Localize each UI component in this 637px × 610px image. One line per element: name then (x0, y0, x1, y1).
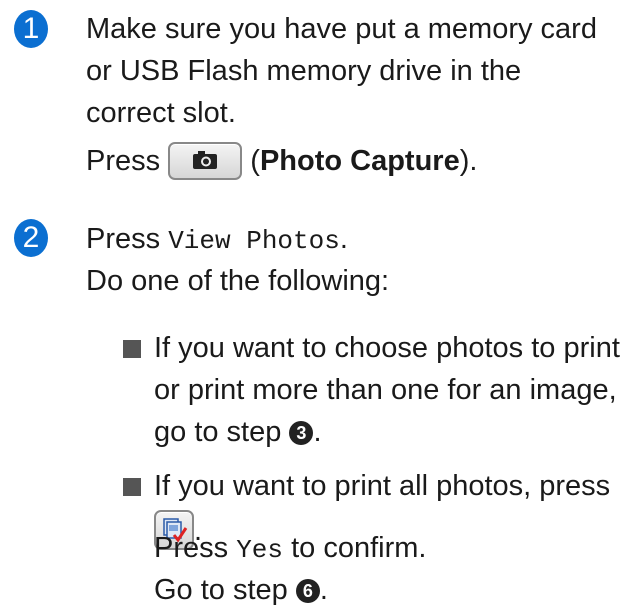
bullet-1-line-2: or print more than one for an image, (154, 374, 617, 406)
bullet-1-line-3: go to step 3. (154, 415, 322, 449)
step-1-press-line: Press (Photo Capture). (86, 142, 477, 180)
step-1-line-1: Make sure you have put a memory card (86, 13, 597, 45)
yes-label: Yes (236, 535, 284, 565)
period: . (313, 416, 322, 448)
period: . (339, 223, 348, 255)
bullet-square (123, 478, 141, 496)
bullet-2-goto-line: Go to step 6. (154, 573, 328, 607)
paren-close: ). (459, 145, 478, 177)
confirm-label: to confirm. (291, 532, 427, 564)
step-2-press-line: Press View Photos. (86, 222, 348, 258)
photo-capture-button[interactable] (168, 142, 243, 180)
bullet-square (123, 340, 141, 358)
step-1-badge: 1 (14, 10, 48, 48)
press-label: Press (86, 145, 161, 177)
bullet-2-line-1: If you want to print all photos, press (154, 470, 611, 502)
press-label: Press (86, 223, 161, 255)
view-photos-label: View Photos (168, 226, 340, 256)
step-1-line-3: correct slot. (86, 97, 236, 129)
goto-label: go to step (154, 416, 282, 448)
bullet-1-line-1: If you want to choose photos to print (154, 332, 620, 364)
press-label: Press (154, 532, 229, 564)
period: . (319, 574, 328, 606)
step-3-reference: 3 (289, 421, 314, 445)
step-6-reference: 6 (295, 579, 320, 603)
goto-label: Go to step (154, 574, 288, 606)
photo-capture-label: Photo Capture (259, 145, 460, 177)
press-yes-confirm-line: Press Yes to confirm. (154, 531, 426, 567)
step-2-intro: Do one of the following: (86, 265, 390, 297)
camera-icon (193, 151, 218, 169)
step-1-line-2: or USB Flash memory drive in the (86, 55, 522, 87)
step-2-badge: 2 (14, 219, 48, 257)
paren-open: ( (250, 145, 260, 177)
